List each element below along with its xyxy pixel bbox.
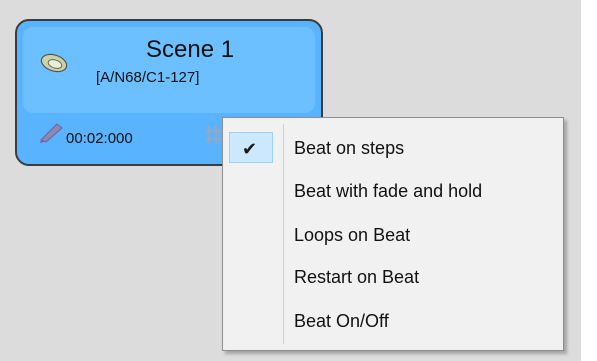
check-highlight: ✔ [229, 132, 273, 163]
canvas-area: Scene 1 [A/N68/C1-127] 00:02:000 ✔ Beat … [0, 0, 581, 361]
scene-subtitle: [A/N68/C1-127] [96, 69, 200, 86]
scene-time: 00:02:000 [66, 130, 133, 147]
checkmark-icon: ✔ [242, 139, 258, 159]
menu-item-restart-on-beat[interactable]: Restart on Beat [225, 256, 561, 297]
menu-item-label: Beat On/Off [294, 311, 389, 331]
pencil-icon[interactable] [37, 121, 67, 143]
menu-item-beat-on-steps[interactable]: ✔ Beat on steps [225, 127, 561, 168]
menu-item-loops-on-beat[interactable]: Loops on Beat [225, 214, 561, 255]
speaker-cone-icon [40, 53, 68, 73]
menu-item-beat-on-off[interactable]: Beat On/Off [225, 300, 561, 341]
context-menu: ✔ Beat on steps Beat with fade and hold … [222, 117, 564, 351]
menu-item-beat-with-fade-and-hold[interactable]: Beat with fade and hold [225, 170, 561, 211]
menu-item-label: Beat with fade and hold [294, 181, 483, 201]
menu-item-label: Loops on Beat [294, 225, 411, 245]
menu-item-label: Restart on Beat [294, 267, 420, 287]
scene-title: Scene 1 [146, 36, 235, 63]
beat-icon[interactable] [203, 124, 223, 146]
menu-item-label: Beat on steps [294, 138, 405, 158]
